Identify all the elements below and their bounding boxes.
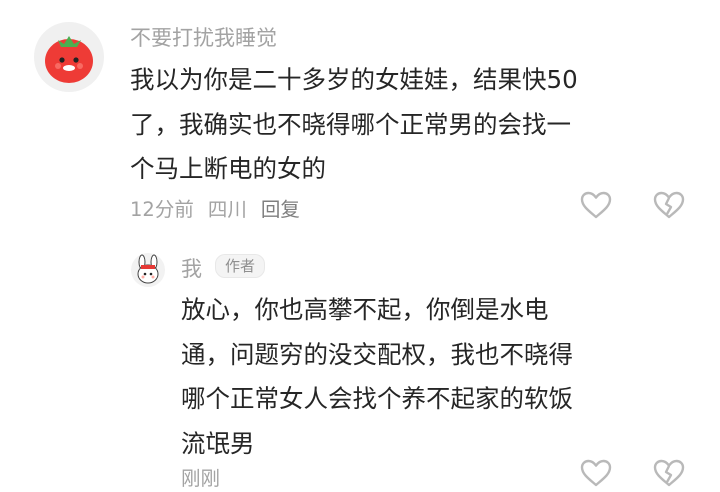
reply-text-line: 哪个正常女人会找个养不起家的软饭 — [181, 384, 573, 413]
comment-text-line: 我以为你是二十多岁的女娃娃，结果快50 — [130, 65, 578, 94]
bunny-avatar-icon — [137, 254, 159, 284]
reply-item: 我 作者 放心，你也高攀不起，你倒是水电 通，问题穷的没交配权，我也不晓得 哪个… — [0, 235, 720, 492]
broken-heart-icon — [653, 459, 685, 487]
reply-username[interactable]: 我 — [181, 253, 202, 283]
comment-text: 我以为你是二十多岁的女娃娃，结果快50 了，我确实也不晓得哪个正常男的会找一 个… — [130, 58, 710, 192]
tomato-avatar-icon — [45, 36, 93, 83]
reply-button[interactable]: 回复 — [261, 193, 300, 222]
heart-outline-icon — [580, 191, 612, 219]
comment-meta: 12分前 四川 回复 — [130, 193, 300, 222]
reply-text-line: 通，问题穷的没交配权，我也不晓得 — [181, 339, 573, 369]
reply-text-line: 流氓男 — [181, 428, 255, 458]
heart-outline-icon — [580, 459, 612, 487]
like-button[interactable] — [579, 458, 613, 488]
like-button[interactable] — [579, 190, 613, 220]
dislike-button[interactable] — [652, 458, 686, 488]
author-badge: 作者 — [215, 254, 266, 278]
comment-username[interactable]: 不要打扰我睡觉 — [130, 22, 277, 52]
comment-text-line: 个马上断电的女的 — [130, 154, 326, 183]
comment-time: 12分前 — [130, 198, 194, 221]
reply-time: 刚刚 — [181, 467, 221, 490]
avatar[interactable] — [131, 253, 165, 287]
broken-heart-icon — [653, 191, 685, 219]
avatar[interactable] — [34, 22, 104, 92]
dislike-button[interactable] — [652, 190, 686, 220]
reply-text: 放心，你也高攀不起，你倒是水电 通，问题穷的没交配权，我也不晓得 哪个正常女人会… — [181, 288, 701, 466]
reply-text-line: 放心，你也高攀不起，你倒是水电 — [181, 295, 549, 324]
comment-location: 四川 — [207, 198, 247, 221]
comment-text-line: 了，我确实也不晓得哪个正常男的会找一 — [130, 109, 571, 139]
comment-item: 不要打扰我睡觉 我以为你是二十多岁的女娃娃，结果快50 了，我确实也不晓得哪个正… — [0, 0, 720, 235]
reply-meta: 刚刚 — [181, 462, 220, 491]
